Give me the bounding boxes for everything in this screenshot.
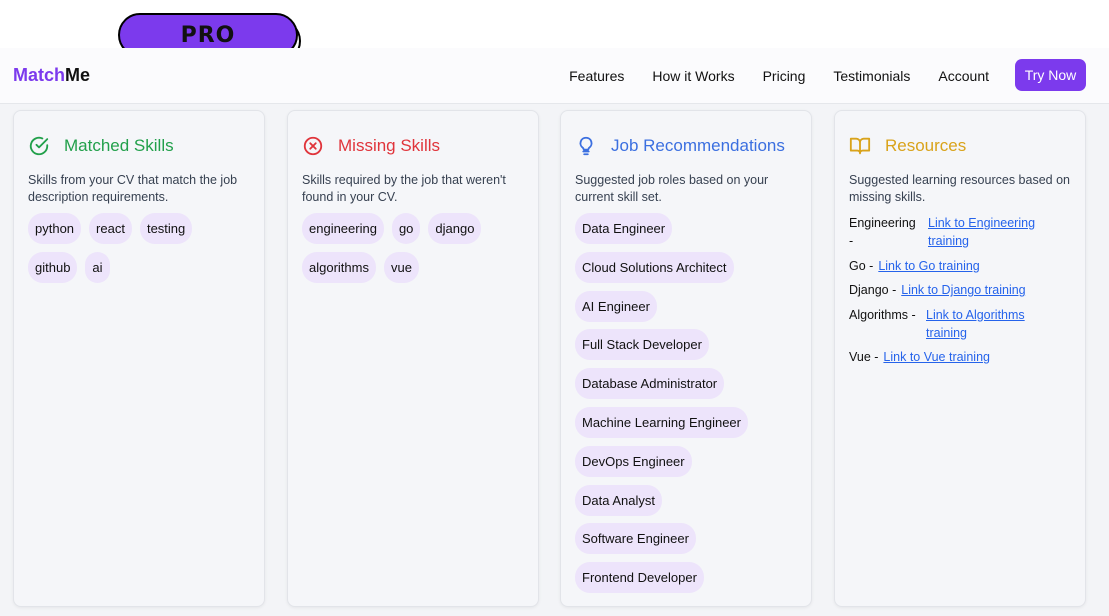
resource-item: Vue - Link to Vue training: [849, 348, 1079, 366]
matched-skills-card: Matched Skills Skills from your CV that …: [13, 110, 265, 607]
skill-chip: go: [391, 213, 421, 244]
job-chip: Full Stack Developer: [575, 329, 709, 361]
missing-skills-card: Missing Skills Skills required by the jo…: [287, 110, 539, 607]
skill-chip: react: [89, 213, 132, 244]
job-chip: Cloud Solutions Architect: [575, 251, 734, 283]
resources-card: Resources Suggested learning resources b…: [834, 110, 1086, 607]
resources-list: Engineering - Link to Engineering traini…: [849, 214, 1079, 373]
job-chip: Software Engineer: [575, 523, 696, 555]
resource-link[interactable]: Link to Algorithms training: [926, 306, 1046, 342]
job-chip: Frontend Developer: [575, 562, 704, 594]
job-chip: DevOps Engineer: [575, 445, 692, 477]
nav-link-pricing[interactable]: Pricing: [763, 68, 806, 84]
skill-chip: engineering: [302, 213, 384, 244]
job-chip: Machine Learning Engineer: [575, 406, 748, 438]
navbar: MatchMe Features How it Works Pricing Te…: [0, 48, 1109, 104]
resource-skill: Go -: [849, 258, 874, 273]
book-icon: [849, 137, 871, 155]
nav-link-account[interactable]: Account: [938, 68, 989, 84]
resource-skill: Vue -: [849, 350, 879, 364]
matched-skills-title: Matched Skills: [64, 136, 174, 155]
matched-skills-list: python react testing github ai: [28, 213, 256, 291]
resource-item: Go - Link to Go training: [849, 257, 1079, 275]
resource-link[interactable]: Link to Go training: [878, 257, 979, 275]
skill-chip: github: [28, 252, 78, 283]
resource-link[interactable]: Link to Engineering training: [928, 214, 1048, 250]
nav-link-features[interactable]: Features: [569, 68, 624, 84]
skill-chip: algorithms: [302, 252, 376, 283]
logo[interactable]: MatchMe: [13, 65, 90, 86]
matched-skills-description: Skills from your CV that match the job d…: [28, 173, 238, 204]
resource-skill: Algorithms -: [849, 307, 916, 322]
job-recommendations-list: Data Engineer Cloud Solutions Architect …: [575, 213, 748, 601]
logo-part-match: Match: [13, 65, 66, 85]
job-recommendations-header: Job Recommendations: [575, 135, 785, 157]
matched-skills-header: Matched Skills: [28, 135, 174, 157]
skill-chip: ai: [85, 252, 110, 283]
resource-link[interactable]: Link to Django training: [901, 281, 1025, 299]
skill-chip: python: [28, 213, 82, 244]
skill-chip: django: [428, 213, 482, 244]
check-circle-icon: [29, 136, 49, 156]
resource-skill: Engineering -: [849, 216, 916, 248]
job-chip: Data Engineer: [575, 213, 673, 244]
nav-link-how-it-works[interactable]: How it Works: [652, 68, 734, 84]
missing-skills-header: Missing Skills: [302, 135, 440, 157]
job-chip: Data Analyst: [575, 484, 662, 516]
resource-item: Engineering - Link to Engineering traini…: [849, 214, 1079, 250]
nav-link-testimonials[interactable]: Testimonials: [833, 68, 910, 84]
resource-item: Algorithms - Link to Algorithms training: [849, 306, 1079, 342]
job-chip: Database Administrator: [575, 368, 725, 400]
job-recommendations-description: Suggested job roles based on your curren…: [575, 173, 769, 204]
lightbulb-icon: [579, 136, 593, 156]
resource-skill: Django -: [849, 283, 897, 297]
x-circle-icon: [303, 136, 323, 156]
nav-links: Features How it Works Pricing Testimonia…: [541, 48, 989, 104]
resources-description: Suggested learning resources based on mi…: [849, 173, 1070, 204]
skill-chip: testing: [139, 213, 193, 244]
resources-header: Resources: [849, 135, 966, 157]
resources-title: Resources: [885, 136, 967, 155]
missing-skills-description: Skills required by the job that weren't …: [302, 173, 506, 204]
job-recommendations-title: Job Recommendations: [611, 136, 785, 155]
skill-chip: vue: [383, 252, 419, 283]
try-now-button[interactable]: Try Now: [1015, 59, 1086, 91]
job-recommendations-card: Job Recommendations Suggested job roles …: [560, 110, 812, 607]
missing-skills-title: Missing Skills: [338, 136, 441, 155]
logo-part-me: Me: [65, 65, 91, 85]
job-chip: AI Engineer: [575, 290, 657, 322]
resource-item: Django - Link to Django training: [849, 281, 1079, 299]
resource-link[interactable]: Link to Vue training: [883, 348, 990, 366]
missing-skills-list: engineering go django algorithms vue: [302, 213, 530, 291]
